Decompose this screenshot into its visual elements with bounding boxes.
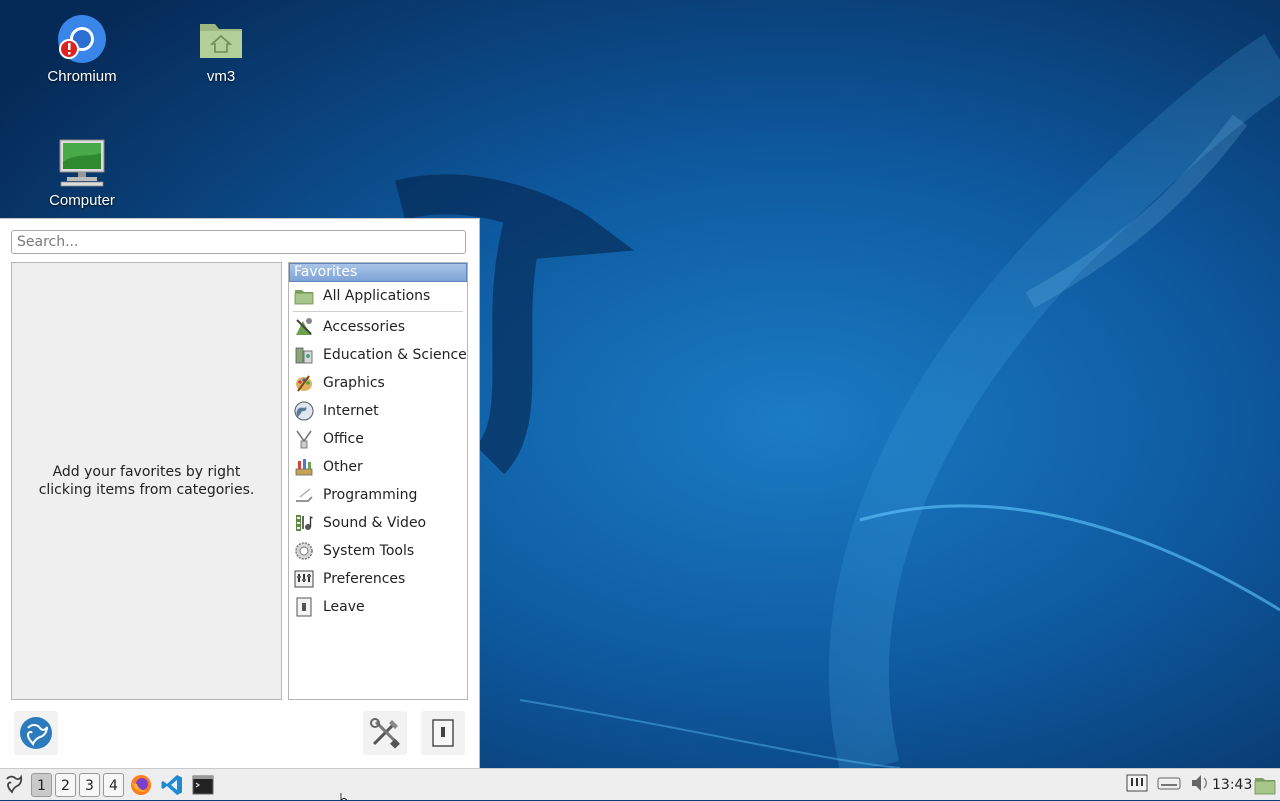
xfce-logo-icon bbox=[20, 717, 52, 749]
vscode-icon bbox=[161, 775, 182, 795]
category-label: Office bbox=[323, 431, 364, 447]
tools-icon bbox=[370, 718, 400, 749]
xfce-mouse-icon bbox=[6, 774, 23, 794]
workspace-4[interactable]: 4 bbox=[103, 773, 124, 797]
home-folder-icon bbox=[196, 14, 246, 64]
globe-icon bbox=[294, 401, 314, 421]
category-accessories[interactable]: Accessories bbox=[289, 313, 467, 341]
category-label: Other bbox=[323, 459, 363, 475]
category-sound-video[interactable]: Sound & Video bbox=[289, 509, 467, 537]
category-label: Education & Science bbox=[323, 347, 467, 363]
computer-icon bbox=[57, 138, 107, 188]
graphics-icon bbox=[294, 373, 314, 393]
volume-icon[interactable] bbox=[1189, 772, 1211, 798]
favorites-hint: Add your favorites by right clicking ite… bbox=[38, 464, 255, 498]
chromium-icon bbox=[57, 14, 107, 64]
category-all-applications[interactable]: All Applications bbox=[289, 282, 467, 310]
search-input[interactable] bbox=[11, 230, 466, 254]
user-button[interactable] bbox=[14, 711, 58, 755]
desktop-icon-chromium[interactable]: Chromium bbox=[37, 14, 127, 85]
category-graphics[interactable]: Graphics bbox=[289, 369, 467, 397]
category-separator bbox=[293, 311, 463, 312]
category-label: System Tools bbox=[323, 543, 415, 559]
category-system-tools[interactable]: System Tools bbox=[289, 537, 467, 565]
show-desktop-button[interactable] bbox=[1254, 774, 1276, 796]
terminal-icon bbox=[192, 775, 214, 795]
applications-menu-button[interactable] bbox=[3, 773, 27, 797]
leave-icon bbox=[294, 597, 314, 617]
bottom-panel: 1 2 3 4 13:43 bbox=[0, 768, 1280, 800]
firefox-launcher[interactable] bbox=[129, 773, 153, 797]
favorites-pane: Add your favorites by right clicking ite… bbox=[11, 262, 282, 700]
firefox-icon bbox=[131, 775, 151, 795]
category-education-science[interactable]: Education & Science bbox=[289, 341, 467, 369]
settings-manager-button[interactable] bbox=[363, 711, 407, 755]
education-icon bbox=[294, 345, 314, 365]
desktop-icon-label: vm3 bbox=[206, 68, 236, 85]
terminal-launcher[interactable] bbox=[191, 773, 215, 797]
category-label: Preferences bbox=[323, 571, 406, 587]
office-icon bbox=[294, 429, 314, 449]
keyboard-layout-icon[interactable] bbox=[1157, 774, 1181, 796]
sound-video-icon bbox=[294, 513, 314, 533]
workspace-3[interactable]: 3 bbox=[79, 773, 100, 797]
category-office[interactable]: Office bbox=[289, 425, 467, 453]
gear-icon bbox=[294, 541, 314, 561]
preferences-tray-icon[interactable] bbox=[1126, 773, 1148, 797]
desktop-icon-label: Chromium bbox=[47, 68, 117, 85]
application-menu: Add your favorites by right clicking ite… bbox=[0, 218, 480, 769]
mouse-cursor bbox=[340, 793, 348, 800]
folder-icon bbox=[294, 286, 314, 306]
leave-button[interactable] bbox=[421, 711, 465, 755]
programming-icon bbox=[294, 485, 314, 505]
category-label: Leave bbox=[323, 599, 365, 615]
accessories-icon bbox=[294, 317, 314, 337]
desktop-icon-vm3[interactable]: vm3 bbox=[176, 14, 266, 85]
categories-pane: Favorites All Applications Accessories E… bbox=[288, 262, 468, 700]
leave-icon bbox=[432, 719, 454, 747]
category-preferences[interactable]: Preferences bbox=[289, 565, 467, 593]
category-label: Graphics bbox=[323, 375, 385, 391]
category-internet[interactable]: Internet bbox=[289, 397, 467, 425]
category-label: Programming bbox=[323, 487, 418, 503]
preferences-icon bbox=[294, 569, 314, 589]
category-label: Sound & Video bbox=[323, 515, 427, 531]
vscode-launcher[interactable] bbox=[160, 773, 184, 797]
system-tray bbox=[1126, 773, 1217, 797]
category-other[interactable]: Other bbox=[289, 453, 467, 481]
clock[interactable]: 13:43 bbox=[1212, 769, 1252, 801]
other-icon bbox=[294, 457, 314, 477]
workspace-1[interactable]: 1 bbox=[31, 773, 52, 797]
category-favorites[interactable]: Favorites bbox=[289, 263, 467, 282]
category-label: All Applications bbox=[323, 288, 431, 304]
category-programming[interactable]: Programming bbox=[289, 481, 467, 509]
category-label: Accessories bbox=[323, 319, 406, 335]
desktop-folder-icon bbox=[1254, 778, 1276, 795]
workspace-2[interactable]: 2 bbox=[55, 773, 76, 797]
category-label: Internet bbox=[323, 403, 379, 419]
desktop-icon-label: Computer bbox=[49, 192, 115, 209]
desktop-icon-computer[interactable]: Computer bbox=[37, 138, 127, 209]
category-leave[interactable]: Leave bbox=[289, 593, 467, 621]
